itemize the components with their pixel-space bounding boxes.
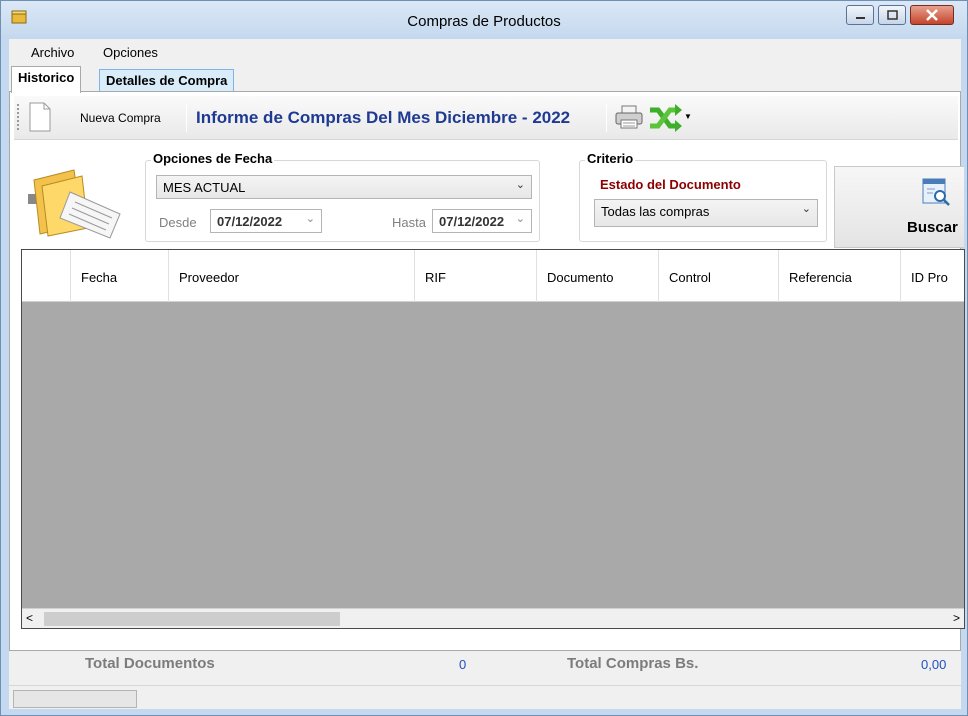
menu-opciones[interactable]: Opciones [103, 45, 158, 60]
to-date-value: 07/12/2022 [439, 214, 505, 229]
period-select-value: MES ACTUAL [163, 180, 246, 195]
totals-bar: Total Documentos 0 Total Compras Bs. 0,0… [9, 639, 961, 679]
close-button[interactable] [910, 5, 954, 25]
to-label: Hasta [392, 215, 426, 230]
horizontal-scrollbar[interactable]: < > [22, 608, 964, 628]
chevron-down-icon: ⌄ [515, 179, 525, 191]
tab-strip: Historico Detalles de Compra [9, 65, 961, 93]
minimize-icon [856, 17, 865, 19]
status-bar [9, 685, 961, 709]
column-proveedor[interactable]: Proveedor [168, 250, 414, 302]
column-fecha[interactable]: Fecha [70, 250, 168, 302]
tab-historico[interactable]: Historico [11, 66, 82, 93]
search-button[interactable]: Buscar [834, 166, 964, 248]
chevron-down-icon[interactable]: ▼ [684, 112, 692, 121]
client-area: Archivo Opciones Historico Detalles de C… [9, 39, 965, 709]
printer-icon[interactable] [614, 104, 644, 130]
menu-bar: Archivo Opciones [9, 39, 961, 65]
menu-archivo[interactable]: Archivo [31, 45, 74, 60]
to-date-picker[interactable]: 07/12/2022 ⌄ [432, 209, 532, 233]
chevron-down-icon: ⌄ [305, 213, 315, 225]
date-options-group: Opciones de Fecha MES ACTUAL ⌄ Desde 07/… [145, 151, 540, 242]
from-date-value: 07/12/2022 [217, 214, 283, 229]
minimize-button[interactable] [846, 5, 874, 25]
column-documento[interactable]: Documento [536, 250, 658, 302]
title-bar[interactable]: Compras de Productos [1, 1, 967, 37]
criteria-legend: Criterio [585, 151, 636, 166]
toolbar-separator [606, 104, 607, 132]
column-control[interactable]: Control [658, 250, 778, 302]
column-id-proveedor[interactable]: ID Pro [900, 250, 964, 302]
status-progress-bar [13, 690, 137, 708]
application-window: Compras de Productos Archivo Opciones Hi… [0, 0, 968, 716]
column-rif[interactable]: RIF [414, 250, 536, 302]
close-icon [926, 9, 938, 21]
search-window-icon [922, 178, 950, 206]
chevron-down-icon: ⌄ [801, 203, 811, 215]
shuffle-icon[interactable] [648, 104, 682, 132]
scroll-left-icon[interactable]: < [26, 611, 33, 625]
from-date-picker[interactable]: 07/12/2022 ⌄ [210, 209, 322, 233]
scroll-right-icon[interactable]: > [953, 611, 960, 625]
row-header-column[interactable] [22, 250, 70, 302]
from-label: Desde [159, 215, 197, 230]
new-document-icon[interactable] [28, 102, 52, 132]
document-status-value: Todas las compras [601, 204, 710, 219]
new-purchase-button[interactable]: Nueva Compra [80, 111, 161, 125]
report-title: Informe de Compras Del Mes Diciembre - 2… [196, 108, 571, 127]
document-status-select[interactable]: Todas las compras ⌄ [594, 199, 818, 227]
total-documents-value: 0 [459, 657, 467, 672]
maximize-icon [887, 10, 898, 20]
purchases-grid[interactable]: Fecha Proveedor RIF Documento Control Re… [21, 249, 965, 629]
scroll-thumb[interactable] [44, 612, 340, 626]
folder-documents-icon [28, 169, 121, 239]
toolbar-separator [186, 104, 187, 132]
tab-detalles-compra[interactable]: Detalles de Compra [99, 69, 235, 93]
total-documents-label: Total Documentos [85, 655, 215, 672]
maximize-button[interactable] [878, 5, 906, 25]
grid-header: Fecha Proveedor RIF Documento Control Re… [22, 250, 964, 302]
total-purchases-value: 0,00 [921, 657, 947, 672]
toolbar-grip[interactable] [17, 104, 20, 130]
grid-body[interactable] [22, 302, 964, 608]
criteria-group: Criterio Estado del Documento Todas las … [579, 151, 827, 242]
chevron-down-icon: ⌄ [515, 213, 525, 225]
period-select[interactable]: MES ACTUAL ⌄ [156, 175, 532, 199]
total-purchases-label: Total Compras Bs. [567, 655, 699, 672]
window-title: Compras de Productos [407, 13, 561, 30]
date-options-legend: Opciones de Fecha [151, 151, 275, 166]
column-referencia[interactable]: Referencia [778, 250, 900, 302]
search-button-label: Buscar [907, 219, 958, 236]
document-status-label: Estado del Documento [600, 177, 741, 192]
toolbar: Nueva Compra Informe de Compras Del Mes … [14, 96, 958, 140]
